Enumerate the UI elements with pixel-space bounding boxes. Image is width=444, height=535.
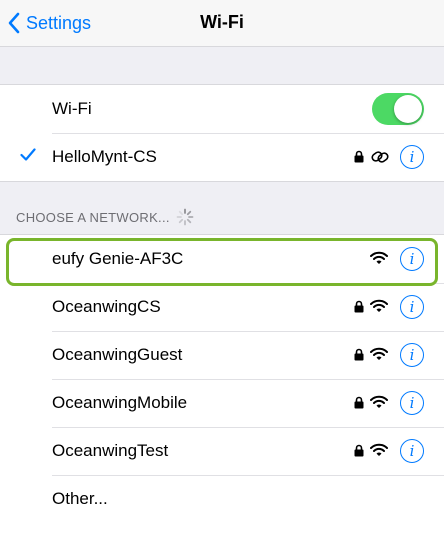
navigation-bar: Settings Wi-Fi bbox=[0, 0, 444, 47]
network-name: eufy Genie-AF3C bbox=[52, 249, 184, 268]
lock-icon bbox=[354, 300, 364, 313]
network-name: OceanwingCS bbox=[52, 297, 161, 316]
lock-icon bbox=[354, 444, 364, 457]
network-row[interactable]: OceanwingGuest i bbox=[0, 331, 444, 379]
checkmark-icon bbox=[20, 148, 36, 161]
choose-network-header: CHOOSE A NETWORK... bbox=[16, 208, 194, 226]
wifi-signal-icon bbox=[370, 443, 388, 456]
other-network-row[interactable]: Other... bbox=[0, 475, 444, 523]
network-name: OceanwingGuest bbox=[52, 345, 183, 364]
lock-icon bbox=[354, 348, 364, 361]
network-row[interactable]: OceanwingCS i bbox=[0, 283, 444, 331]
lock-icon bbox=[354, 150, 364, 163]
wifi-settings-group: Wi-Fi HelloMynt-CS i bbox=[0, 84, 444, 182]
page-title: Wi-Fi bbox=[200, 12, 244, 32]
wifi-toggle-row: Wi-Fi bbox=[0, 85, 444, 133]
section-header-label: CHOOSE A NETWORK... bbox=[16, 209, 170, 225]
wifi-signal-icon bbox=[370, 299, 388, 312]
network-row[interactable]: OceanwingMobile i bbox=[0, 379, 444, 427]
info-button[interactable]: i bbox=[400, 295, 424, 319]
info-button[interactable]: i bbox=[400, 145, 424, 169]
info-button[interactable]: i bbox=[400, 343, 424, 367]
network-name: OceanwingTest bbox=[52, 441, 169, 460]
connected-network-row[interactable]: HelloMynt-CS i bbox=[0, 133, 444, 181]
wifi-signal-icon bbox=[370, 251, 388, 264]
connected-network-name: HelloMynt-CS bbox=[52, 147, 157, 166]
wifi-signal-icon bbox=[370, 347, 388, 360]
network-row[interactable]: eufy Genie-AF3C i bbox=[0, 235, 444, 283]
network-name: OceanwingMobile bbox=[52, 393, 188, 412]
info-button[interactable]: i bbox=[400, 247, 424, 271]
wifi-signal-icon bbox=[370, 395, 388, 408]
network-list: eufy Genie-AF3C i OceanwingCS i Oceanwin… bbox=[0, 234, 444, 535]
wifi-toggle-label: Wi-Fi bbox=[52, 99, 92, 118]
other-network-label: Other... bbox=[52, 489, 108, 508]
info-button[interactable]: i bbox=[400, 439, 424, 463]
loading-spinner-icon bbox=[176, 208, 194, 226]
info-button[interactable]: i bbox=[400, 391, 424, 415]
lock-icon bbox=[354, 396, 364, 409]
link-icon bbox=[371, 151, 389, 163]
network-row[interactable]: OceanwingTest i bbox=[0, 427, 444, 475]
toggle-knob bbox=[394, 95, 422, 123]
wifi-toggle-switch[interactable] bbox=[372, 93, 424, 125]
